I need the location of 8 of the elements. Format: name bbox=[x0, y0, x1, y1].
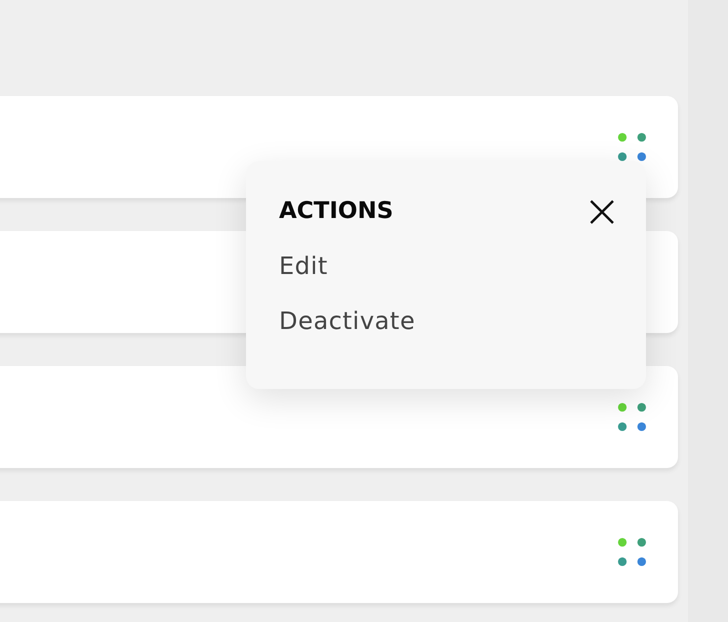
menu-item[interactable]: Deactivate bbox=[279, 305, 416, 338]
close-button[interactable] bbox=[588, 198, 616, 226]
close-icon bbox=[590, 200, 614, 224]
dot-grid-icon[interactable] bbox=[618, 133, 646, 161]
menu-item[interactable]: Edit bbox=[279, 250, 328, 283]
dot-grid-icon[interactable] bbox=[618, 403, 646, 431]
dot-grid-icon[interactable] bbox=[618, 538, 646, 566]
menu-title: ACTIONS bbox=[279, 197, 394, 226]
